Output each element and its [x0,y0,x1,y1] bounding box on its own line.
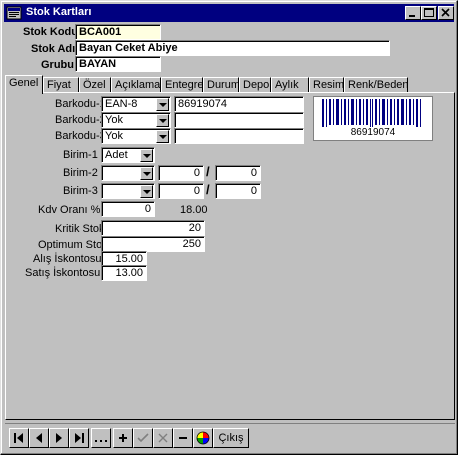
barkodu-2-field[interactable] [174,112,304,128]
tab-renk-beden[interactable]: Renk/Beden [344,77,409,93]
tab-genel[interactable]: Genel [5,75,43,94]
barkodu-2-type-select[interactable]: Yok [101,112,171,128]
barcode-icon [322,99,421,127]
satis-iskontosu-field[interactable]: 13.00 [101,265,147,281]
kritik-stok-field[interactable]: 20 [101,220,205,236]
skip-first-icon [14,433,23,443]
last-record-button[interactable] [69,428,89,448]
chevron-down-icon[interactable] [156,114,169,127]
record-navigator: Çıkış [5,423,455,451]
tab-aylik[interactable]: Aylık [271,77,309,93]
birim-3-divider: / [206,182,210,197]
birim-2-select[interactable] [101,165,155,181]
stok-kodu-label: Stok Kodu [23,26,78,38]
optimum-stok-field[interactable]: 250 [101,236,205,252]
search-button[interactable] [91,428,111,448]
app-icon [6,6,22,20]
tab-bar: Genel Fiyat Özel Açıklama Entegre Durum … [5,75,453,94]
barkodu-3-type-select[interactable]: Yok [101,128,171,144]
kdv-orani-display: 18.00 [180,204,208,216]
chevron-down-icon[interactable] [156,130,169,143]
minimize-icon [409,15,415,17]
barkodu-1-field[interactable]: 86919074 [174,96,304,112]
maximize-button[interactable] [421,6,437,20]
cross-icon [158,433,168,443]
birim-3-katsayi-1-field[interactable]: 0 [158,183,204,199]
chevron-down-icon[interactable] [140,185,153,198]
barkodu-1-label: Barkodu-1 [55,98,106,110]
more-icon [95,440,107,442]
delete-record-button[interactable] [173,428,193,448]
barkodu-1-type-value: EAN-8 [105,98,138,110]
barkodu-3-label: Barkodu-3 [55,130,106,142]
tab-entegre[interactable]: Entegre [161,77,204,93]
minimize-button[interactable] [405,6,421,20]
stok-kodu-field[interactable]: BCA001 [75,24,161,40]
tab-resim[interactable]: Resim [309,77,344,93]
next-record-button[interactable] [49,428,69,448]
barkodu-1-type-select[interactable]: EAN-8 [101,96,171,112]
arrow-right-icon [56,433,62,443]
birim-3-select[interactable] [101,183,155,199]
first-record-button[interactable] [9,428,29,448]
color-wheel-icon [196,431,210,445]
birim-2-divider: / [206,164,210,179]
chevron-down-icon[interactable] [140,149,153,162]
maximize-icon [424,8,434,17]
barkodu-2-label: Barkodu-2 [55,114,106,126]
refresh-button[interactable] [193,428,213,448]
close-button[interactable] [438,6,454,20]
minus-icon [179,437,187,439]
satis-iskontosu-label: Satış İskontosu % [25,267,114,279]
stok-kartlari-window: Stok Kartları Stok Kodu BCA001 Stok Adı … [0,0,458,455]
tab-durum[interactable]: Durum [203,77,240,93]
tab-depo[interactable]: Depo [239,77,271,93]
barkodu-3-type-value: Yok [105,130,123,142]
barcode-number: 86919074 [350,127,396,138]
barkodu-2-type-value: Yok [105,114,123,126]
cancel-record-button[interactable] [153,428,173,448]
grubu-label: Grubu [41,59,74,71]
arrow-left-icon [36,433,42,443]
birim-1-value: Adet [105,149,128,161]
birim-1-label: Birim-1 [63,149,98,161]
birim-2-katsayi-1-field[interactable]: 0 [158,165,204,181]
previous-record-button[interactable] [29,428,49,448]
close-icon [441,8,450,17]
title-bar: Stok Kartları [4,4,454,22]
tab-aciklama[interactable]: Açıklama [111,77,161,93]
plus-icon [119,434,127,442]
check-icon [137,433,149,443]
cikis-button[interactable]: Çıkış [213,428,249,448]
birim-3-label: Birim-3 [63,185,98,197]
chevron-down-icon[interactable] [140,167,153,180]
birim-2-katsayi-2-field[interactable]: 0 [215,165,261,181]
chevron-down-icon[interactable] [156,98,169,111]
window-title: Stok Kartları [26,6,92,18]
kdv-orani-label: Kdv Oranı % [38,204,101,216]
grubu-field[interactable]: BAYAN [75,56,161,72]
birim-1-select[interactable]: Adet [101,147,155,163]
confirm-record-button[interactable] [133,428,153,448]
kritik-stok-label: Kritik Stok [55,223,105,235]
add-record-button[interactable] [113,428,133,448]
skip-last-icon [75,433,84,443]
barcode-image: 86919074 [313,96,433,141]
barkodu-3-field[interactable] [174,128,304,144]
optimum-stok-label: Optimum Stok [38,239,108,251]
birim-3-katsayi-2-field[interactable]: 0 [215,183,261,199]
stok-adi-field[interactable]: Bayan Ceket Abiye [75,40,390,56]
stok-adi-label: Stok Adı [31,43,76,55]
tab-ozel[interactable]: Özel [79,77,111,93]
kdv-orani-field[interactable]: 0 [101,201,155,217]
birim-2-label: Birim-2 [63,167,98,179]
tab-fiyat[interactable]: Fiyat [43,77,79,93]
